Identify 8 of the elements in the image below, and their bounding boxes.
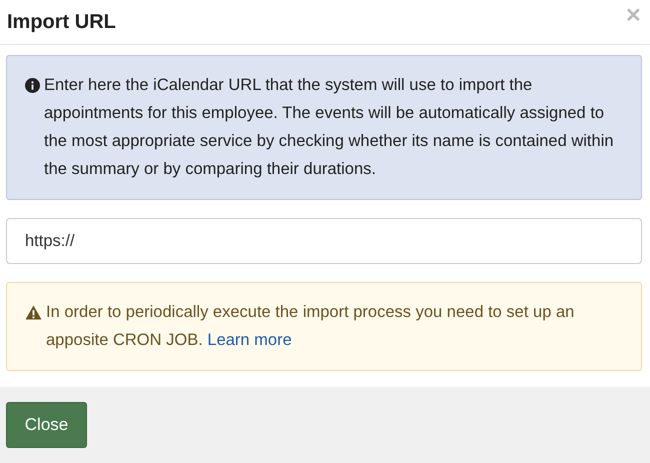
info-icon xyxy=(25,78,40,93)
info-text: Enter here the iCalendar URL that the system will use to import the appointments for this employee. The events will be automatically assigned to the most appropriate service by checking whether its name is contained within the summary or by comparing their durations. xyxy=(44,75,615,180)
close-button[interactable]: Close xyxy=(6,402,87,448)
warning-icon xyxy=(25,305,42,320)
dialog-title: Import URL xyxy=(7,10,116,34)
warning-text: In order to periodically execute the import process you need to set up an apposite CRON JOB. Learn more xyxy=(46,302,576,351)
url-field[interactable]: https:// xyxy=(6,218,642,264)
learn-more-link[interactable]: Learn more xyxy=(207,331,292,349)
